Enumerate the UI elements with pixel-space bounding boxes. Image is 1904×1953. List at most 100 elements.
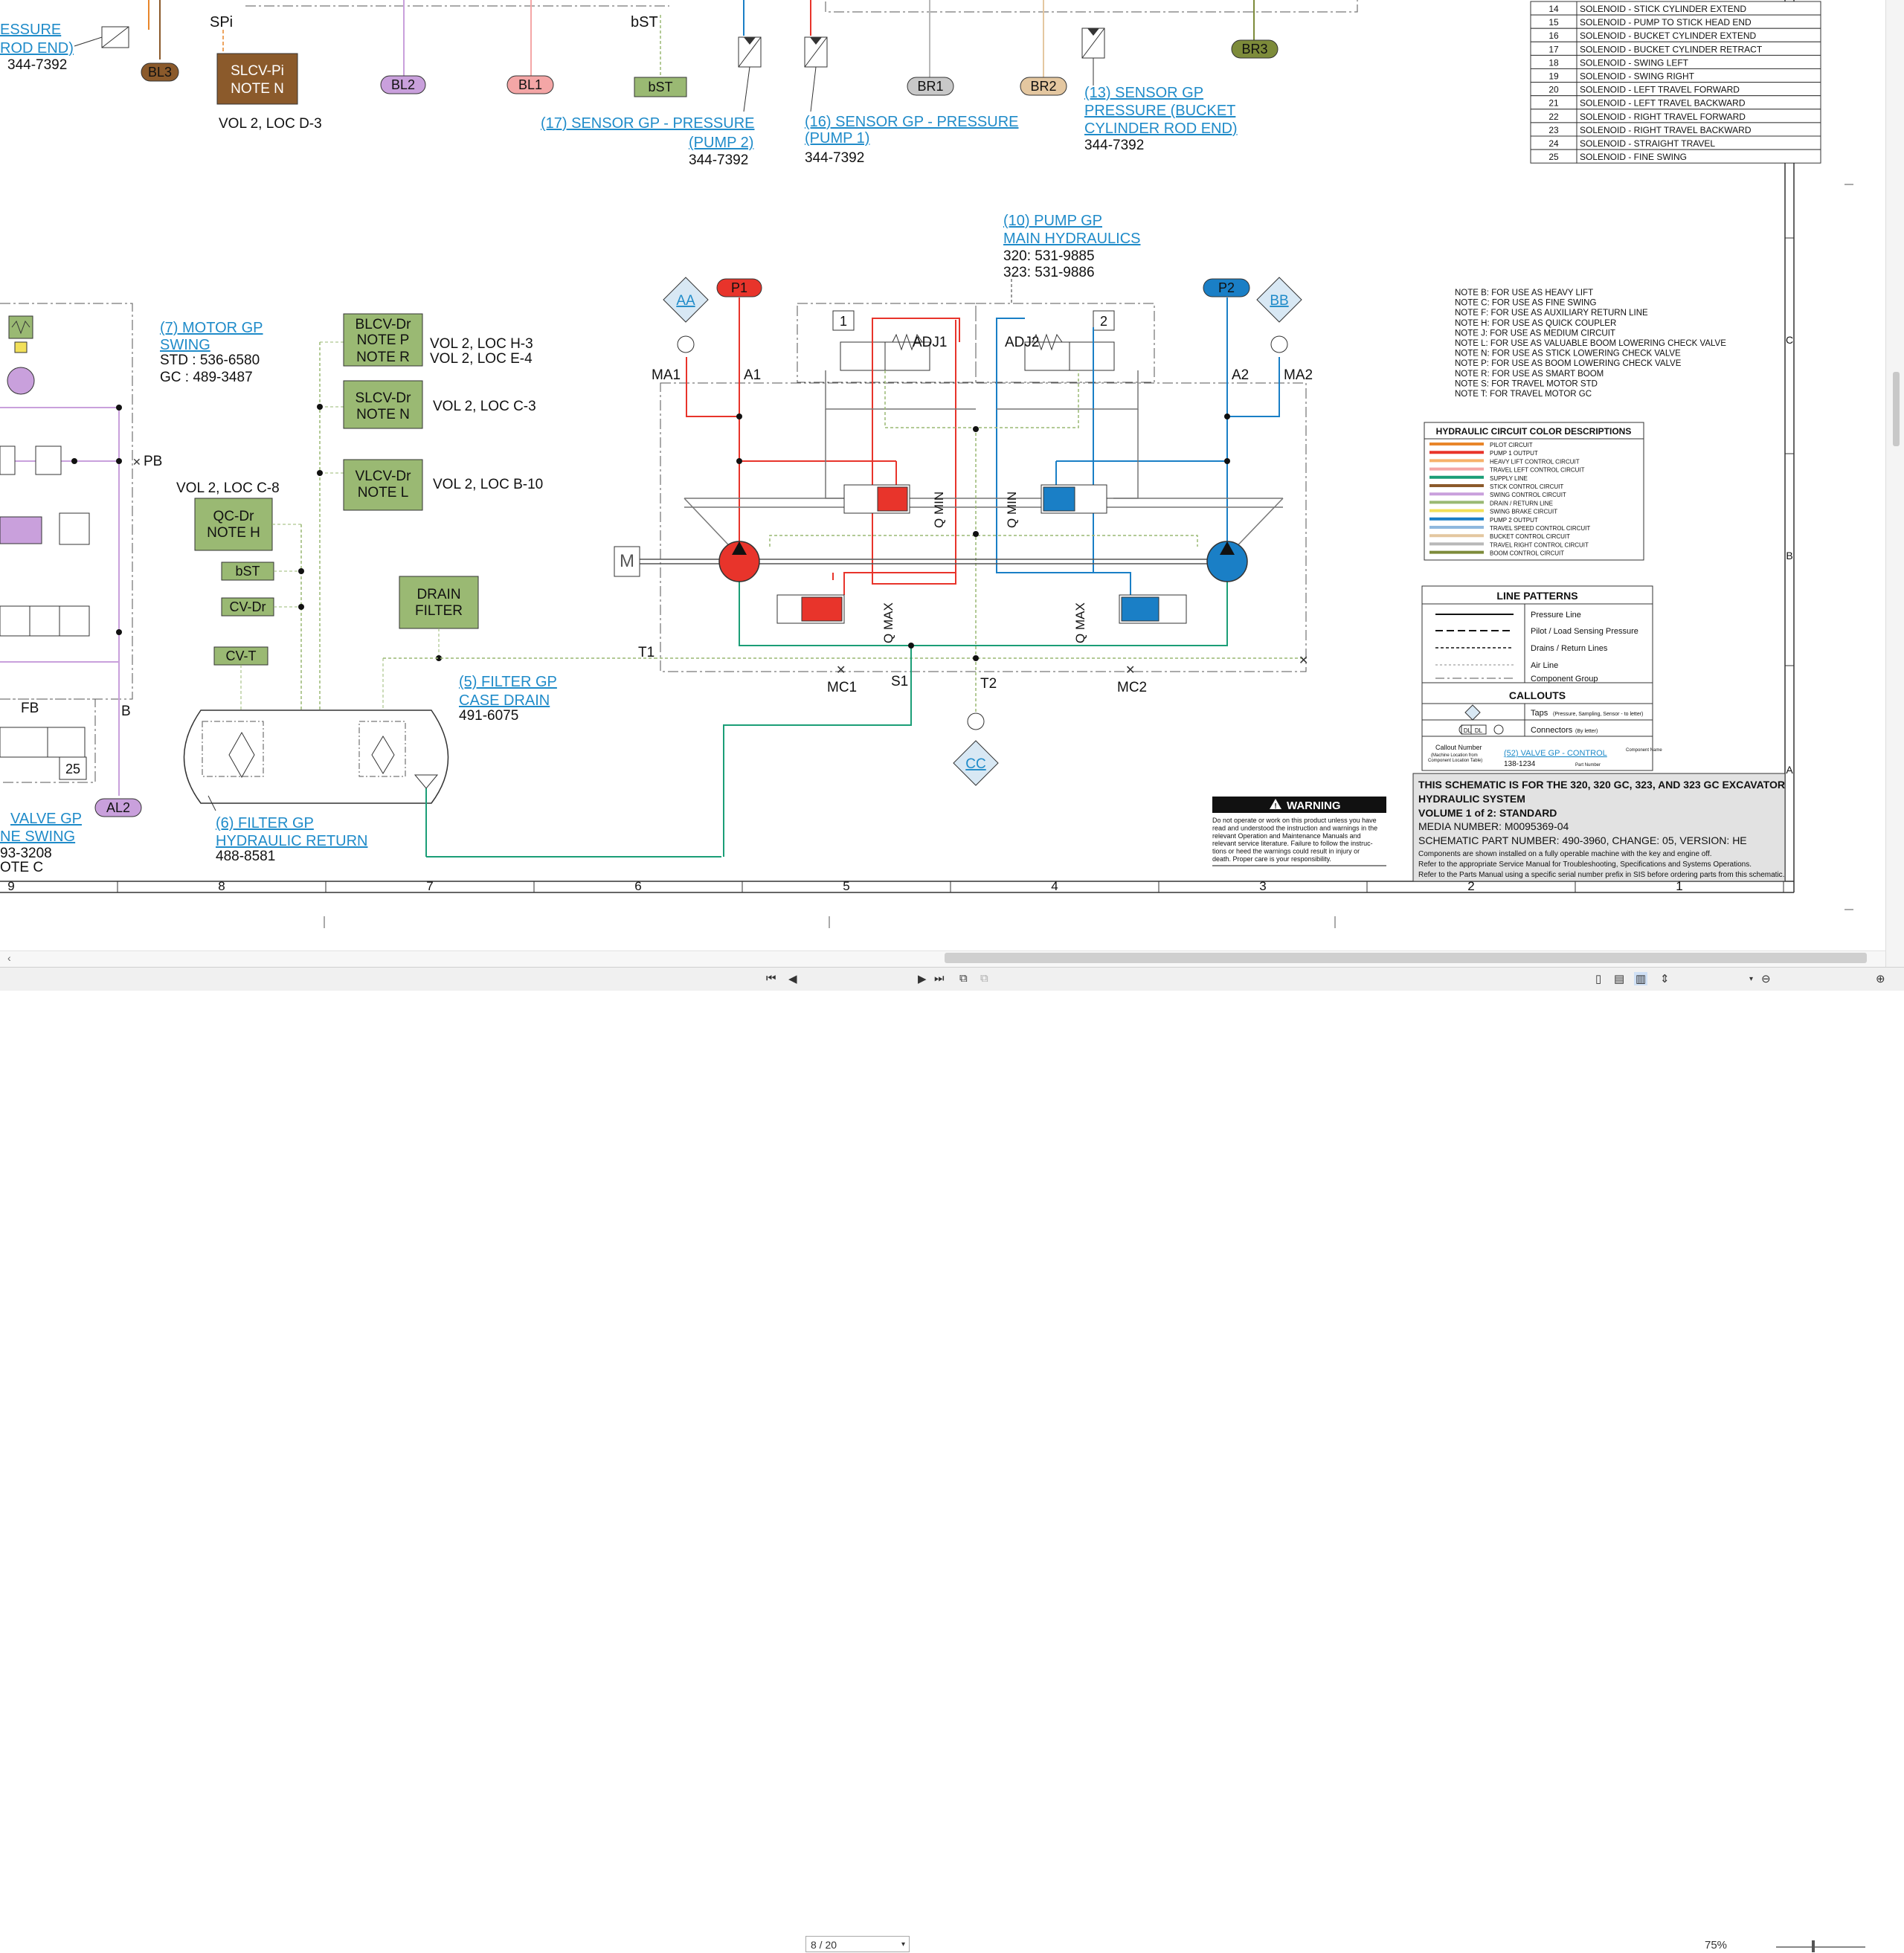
schematic-canvas: 987654321 DCBA ESSURE ROD END) 344-7392 … <box>0 0 1853 928</box>
n25-label: 25 <box>65 762 80 776</box>
color-desc-label: DRAIN / RETURN LINE <box>1490 500 1553 506</box>
sensor13-line3[interactable]: CYLINDER ROD END) <box>1084 120 1238 137</box>
zoom-out-icon[interactable]: ⊖ <box>1761 972 1771 985</box>
left-sensor-line2[interactable]: ROD END) <box>0 40 74 57</box>
t2-label: T2 <box>980 676 997 692</box>
copy-icon[interactable]: ⧉ <box>959 972 968 985</box>
tag-p2[interactable]: P2 <box>1203 278 1250 297</box>
svg-text:BR2: BR2 <box>1030 79 1056 94</box>
svg-text:SLCV-Pi: SLCV-Pi <box>231 63 284 79</box>
tag-al2[interactable]: AL2 <box>94 798 142 817</box>
solenoid-table: 14 SOLENOID - STICK CYLINDER EXTEND 15 SOLE… <box>1530 1 1821 164</box>
pump-gp-subtitle[interactable]: MAIN HYDRAULICS <box>1003 231 1140 247</box>
tag-br3[interactable]: BR3 <box>1231 39 1279 59</box>
zoom-in-icon[interactable]: ⊕ <box>1876 972 1885 985</box>
tap-cc[interactable]: CC <box>953 740 999 786</box>
solenoid-desc: SOLENOID - SWING RIGHT <box>1580 71 1695 82</box>
note-line: NOTE B: FOR USE AS HEAVY LIFT <box>1455 289 1593 297</box>
next-page-icon[interactable]: ▶ <box>918 972 927 985</box>
ma1-label: MA1 <box>652 367 681 383</box>
grid-row-C: C <box>1786 334 1793 346</box>
single-page-icon[interactable]: ▯ <box>1595 972 1601 985</box>
qmin-left: Q MIN <box>932 492 946 528</box>
svg-text:NOTE L: NOTE L <box>358 485 409 501</box>
vertical-scrollbar[interactable] <box>1885 0 1904 967</box>
copy-disabled-icon[interactable]: ⧉ <box>980 972 988 985</box>
left-sensor-line1[interactable]: ESSURE <box>0 22 61 38</box>
svg-text:!: ! <box>1274 802 1276 811</box>
sensor16-title[interactable]: (16) SENSOR GP - PRESSURE <box>805 114 1018 130</box>
svg-text:CC: CC <box>965 756 985 772</box>
color-desc-label: TRAVEL RIGHT CONTROL CIRCUIT <box>1490 541 1589 548</box>
tag-bl3[interactable]: BL3 <box>141 62 179 82</box>
vertical-scroll-thumb[interactable] <box>1893 372 1900 446</box>
mc1-label: MC1 <box>827 680 857 695</box>
svg-text:HYDRAULIC SYSTEM: HYDRAULIC SYSTEM <box>1418 793 1525 805</box>
tag-br2[interactable]: BR2 <box>1020 77 1067 96</box>
left-valve-title[interactable]: VALVE GP <box>10 811 82 827</box>
svg-text:LINE PATTERNS: LINE PATTERNS <box>1496 590 1577 602</box>
svg-text:Component Group: Component Group <box>1531 675 1598 683</box>
tap-bb[interactable]: BB <box>1256 277 1302 323</box>
color-desc-label: PUMP 2 OUTPUT <box>1490 517 1538 524</box>
svg-text:bST: bST <box>648 80 672 94</box>
sensor17-subtitle[interactable]: (PUMP 2) <box>689 135 753 151</box>
last-page-icon[interactable]: ⏭ <box>934 972 945 985</box>
cv-t-box[interactable]: CV-T <box>213 646 268 666</box>
vlcv-loc: VOL 2, LOC B-10 <box>433 477 543 492</box>
tag-bl2[interactable]: BL2 <box>380 75 426 94</box>
zoom-slider[interactable] <box>1776 1946 1865 1948</box>
filter6-subtitle[interactable]: HYDRAULIC RETURN <box>216 833 367 849</box>
zoom-slider-handle[interactable] <box>1812 1940 1815 1952</box>
tag-bl1[interactable]: BL1 <box>506 75 554 94</box>
svg-text:(Pressure, Sampling, Sensor -: (Pressure, Sampling, Sensor - to letter) <box>1553 712 1643 717</box>
slcv-pi-loc: VOL 2, LOC D-3 <box>219 116 322 132</box>
warning-line: read and understood the instruction and … <box>1212 824 1377 831</box>
sensor16-subtitle[interactable]: (PUMP 1) <box>805 130 869 147</box>
cv-dr-box[interactable]: CV-Dr <box>221 597 274 617</box>
slcv-pi-box[interactable]: SLCV-Pi NOTE N <box>216 53 298 105</box>
continuous-page-icon[interactable]: ▤ <box>1614 972 1624 985</box>
blcv-loc1: VOL 2, LOC H-3 <box>430 336 533 352</box>
scroll-left-icon[interactable]: ‹ <box>7 952 11 964</box>
adj2-label: ADJ2 <box>1005 335 1039 350</box>
svg-text:Pilot / Load Sensing Pressure: Pilot / Load Sensing Pressure <box>1531 627 1638 636</box>
grid-col-8: 8 <box>218 879 225 893</box>
sensor17-title[interactable]: (17) SENSOR GP - PRESSURE <box>541 115 754 132</box>
motor-gp-subtitle[interactable]: SWING <box>160 337 210 353</box>
bst-box[interactable]: bST <box>221 562 274 581</box>
qc-dr-box[interactable]: QC-Dr NOTE H <box>194 498 273 551</box>
svg-text:BL2: BL2 <box>391 77 415 92</box>
page-number-field[interactable]: 8 / 20 ▾ <box>805 1936 910 1952</box>
filter5-subtitle[interactable]: CASE DRAIN <box>459 692 550 709</box>
filter6-title[interactable]: (6) FILTER GP <box>216 815 314 831</box>
zoom-dropdown-icon[interactable]: ▾ <box>1749 975 1753 983</box>
fb-label: FB <box>21 701 39 716</box>
vlcv-dr-box[interactable]: VLCV-Dr NOTE L <box>343 459 423 511</box>
slcv-dr-box[interactable]: SLCV-Dr NOTE N <box>343 380 423 429</box>
sensor13-line2[interactable]: PRESSURE (BUCKET <box>1084 103 1235 119</box>
tag-p1[interactable]: P1 <box>716 278 762 297</box>
zoom-value[interactable]: 75% <box>1705 1939 1727 1952</box>
solenoid-num: 23 <box>1548 125 1559 135</box>
sensor13-title[interactable]: (13) SENSOR GP <box>1084 85 1203 101</box>
first-page-icon[interactable]: ⏮ <box>766 972 776 985</box>
svg-text:DL: DL <box>1475 727 1483 734</box>
horizontal-scroll-thumb[interactable] <box>945 953 1867 963</box>
fit-width-icon[interactable]: ⇕ <box>1660 972 1670 985</box>
warning-line: relevant service literature. Failure to … <box>1212 840 1373 847</box>
tag-bst-top[interactable]: bST <box>634 77 687 97</box>
color-desc-label: SUPPLY LINE <box>1490 475 1528 482</box>
b-label: B <box>121 704 131 719</box>
blcv-dr-box[interactable]: BLCV-Dr NOTE P NOTE R <box>343 313 423 367</box>
motor-gp-title[interactable]: (7) MOTOR GP <box>160 320 263 336</box>
left-valve-subtitle[interactable]: NE SWING <box>0 829 75 845</box>
tap-aa[interactable]: AA <box>663 277 709 323</box>
prev-page-icon[interactable]: ◀ <box>788 972 797 985</box>
svg-text:Callout Number: Callout Number <box>1435 744 1482 751</box>
two-page-icon[interactable]: ▥ <box>1634 972 1648 985</box>
tag-br1[interactable]: BR1 <box>907 77 954 96</box>
drain-filter-box[interactable]: DRAIN FILTER <box>399 576 479 629</box>
filter5-title[interactable]: (5) FILTER GP <box>459 674 557 690</box>
pump-gp-title[interactable]: (10) PUMP GP <box>1003 213 1102 229</box>
